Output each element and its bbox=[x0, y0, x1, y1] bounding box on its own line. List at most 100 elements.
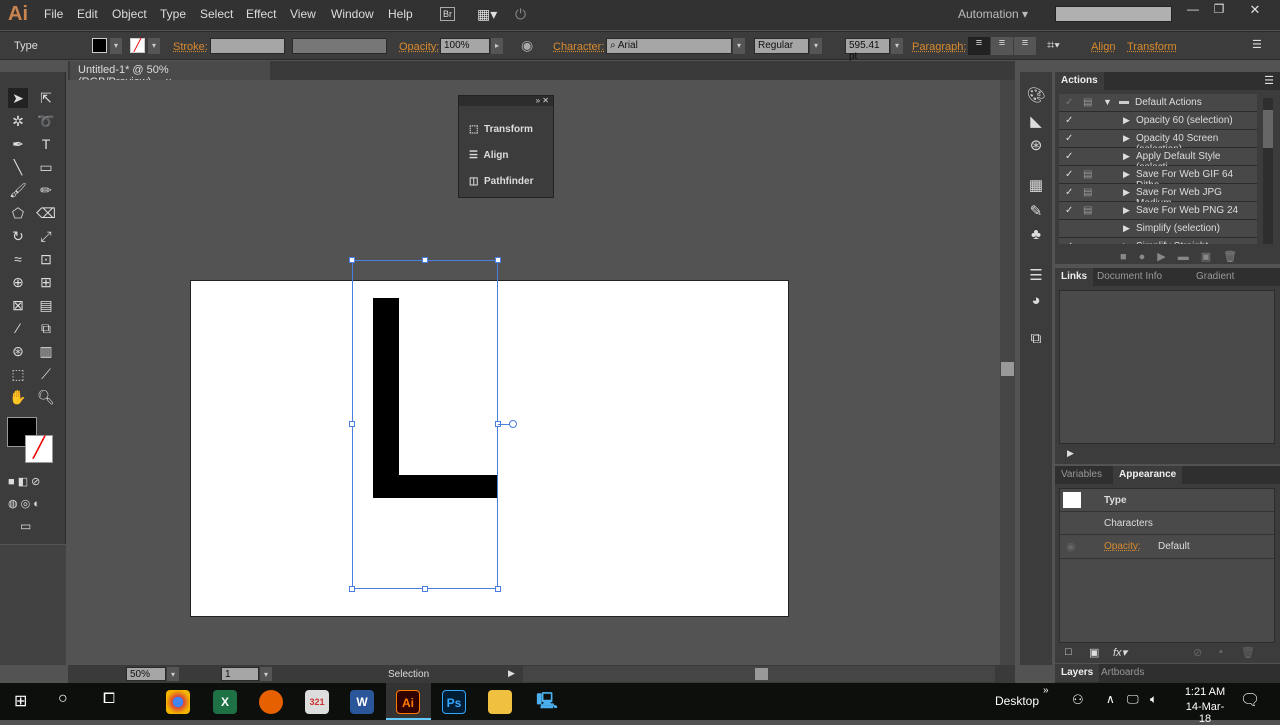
blend-tool-icon[interactable]: ⧉ bbox=[36, 318, 56, 338]
dialog-toggle-icon[interactable]: ▤ bbox=[1083, 187, 1092, 198]
volume-icon[interactable]: 🔈︎ bbox=[1150, 692, 1157, 707]
artboards-icon[interactable]: ⧉ bbox=[1026, 330, 1046, 350]
align-right-button[interactable]: ≡ bbox=[1014, 37, 1036, 55]
expand-arrow-icon[interactable]: ▶ bbox=[1123, 205, 1130, 216]
add-stroke-icon[interactable]: □ bbox=[1065, 646, 1072, 658]
word-taskbar-icon[interactable]: W bbox=[350, 690, 374, 714]
links-expand-arrow[interactable]: ▶ bbox=[1067, 448, 1074, 459]
toggle-check-icon[interactable]: ✓ bbox=[1065, 115, 1073, 126]
panel-pathfinder[interactable]: ◫ Pathfinder bbox=[469, 176, 533, 187]
menu-type[interactable]: Type bbox=[160, 7, 186, 21]
zoom-tool-icon[interactable]: 🔍︎ bbox=[36, 387, 56, 407]
symbol-sprayer-tool-icon[interactable]: ⊛ bbox=[8, 341, 28, 361]
firefox-taskbar-icon[interactable] bbox=[259, 690, 283, 714]
duplicate-item-icon[interactable]: ▪ bbox=[1219, 646, 1223, 658]
media-player-taskbar-icon[interactable]: 321 bbox=[305, 690, 329, 714]
tab-variables[interactable]: Variables bbox=[1055, 466, 1108, 484]
paragraph-label[interactable]: Paragraph: bbox=[912, 41, 966, 53]
illustrator-taskbar-icon[interactable]: Ai bbox=[396, 690, 420, 714]
menu-view[interactable]: View bbox=[290, 7, 316, 21]
people-icon[interactable]: ⚇ bbox=[1072, 692, 1084, 708]
screen-mode-button[interactable]: ▭ bbox=[20, 519, 31, 533]
panel-menu-icon[interactable]: ☰ bbox=[1264, 74, 1274, 87]
expand-arrow-icon[interactable]: ▶ bbox=[1123, 169, 1130, 180]
opacity-label[interactable]: Opacity: bbox=[399, 41, 439, 53]
show-hidden-icons[interactable]: ∧ bbox=[1106, 692, 1115, 706]
gradient-tool-icon[interactable]: ▤ bbox=[36, 295, 56, 315]
opacity-field[interactable]: 100% bbox=[440, 38, 490, 54]
delete-item-icon[interactable]: 🗑︎ bbox=[1241, 646, 1255, 659]
network-taskbar-icon[interactable]: 🖳︎ bbox=[535, 690, 559, 714]
dialog-toggle-icon[interactable]: ▤ bbox=[1083, 169, 1092, 180]
gradient-icon[interactable]: ◣ bbox=[1026, 112, 1046, 132]
rotate-handle[interactable] bbox=[509, 420, 517, 428]
panel-align[interactable]: ☰ Align bbox=[469, 150, 509, 161]
tab-document-info[interactable]: Document Info bbox=[1091, 268, 1168, 286]
align-center-button[interactable]: ≡ bbox=[991, 37, 1013, 55]
stroke-color-box[interactable]: ╱ bbox=[25, 435, 53, 463]
variable-width-field[interactable] bbox=[292, 38, 387, 54]
action-row[interactable]: ▶ Simplify (selection) bbox=[1059, 220, 1257, 238]
fill-swatch[interactable] bbox=[92, 38, 107, 53]
stroke-panel-icon[interactable]: ☰ bbox=[1026, 266, 1046, 286]
shaper-tool-icon[interactable]: ⬠ bbox=[8, 203, 28, 223]
line-segment-tool-icon[interactable]: ╲ bbox=[8, 157, 28, 177]
close-button[interactable]: ✕ bbox=[1240, 2, 1270, 18]
selection-tool-icon[interactable]: ➤ bbox=[8, 88, 28, 108]
pencil-tool-icon[interactable]: ✏ bbox=[36, 180, 56, 200]
toggle-check-icon[interactable]: ✓ bbox=[1065, 169, 1073, 180]
paintbrush-tool-icon[interactable]: 🖌︎ bbox=[8, 180, 28, 200]
action-row[interactable]: ✓▶Opacity 40 Screen (selection) bbox=[1059, 130, 1257, 155]
transparency-icon[interactable]: ◕ bbox=[1026, 292, 1046, 312]
symbol-sprayer-icon[interactable]: ⊛ bbox=[1026, 136, 1046, 156]
canvas-area[interactable]: » ✕ ⬚ Transform ☰ Align ◫ Pathfinder bbox=[68, 80, 1000, 665]
font-style-field[interactable]: Regular bbox=[754, 38, 809, 54]
toggle-check-icon[interactable]: ✓ bbox=[1065, 205, 1073, 216]
menu-window[interactable]: Window bbox=[331, 7, 374, 21]
zoom-field[interactable]: 50% bbox=[126, 667, 166, 681]
document-tab[interactable]: Untitled-1* @ 50% (RGB/Preview)× bbox=[70, 61, 270, 88]
zoom-dropdown[interactable]: ▾ bbox=[167, 667, 179, 681]
expand-arrow-icon[interactable]: ▶ bbox=[1123, 223, 1130, 234]
artboard-dropdown[interactable]: ▾ bbox=[260, 667, 272, 681]
shape-builder-tool-icon[interactable]: ⊕ bbox=[8, 272, 28, 292]
pen-tool-icon[interactable]: ✒ bbox=[8, 134, 28, 154]
stroke-dropdown[interactable]: ▾ bbox=[148, 38, 160, 54]
slice-tool-icon[interactable]: ⟋ bbox=[36, 364, 56, 384]
artboard-number-field[interactable]: 1 bbox=[221, 667, 259, 681]
illustrator-taskbar-item[interactable]: Ai bbox=[386, 683, 431, 720]
dialog-toggle-icon[interactable]: ▤ bbox=[1083, 97, 1092, 108]
cortana-search-button[interactable]: ○ bbox=[58, 690, 68, 708]
tab-artboards[interactable]: Artboards bbox=[1095, 664, 1150, 682]
toggle-check-icon[interactable]: ✓ bbox=[1065, 97, 1073, 108]
menu-object[interactable]: Object bbox=[112, 7, 147, 21]
symbols-icon[interactable]: ♣ bbox=[1026, 226, 1046, 246]
bounding-box-handle[interactable] bbox=[349, 257, 355, 263]
menu-select[interactable]: Select bbox=[200, 7, 233, 21]
workspace-switcher[interactable]: Automation ▾ bbox=[958, 7, 1028, 21]
stroke-swatch[interactable]: ╱ bbox=[130, 38, 145, 53]
stroke-label[interactable]: Stroke: bbox=[173, 41, 208, 53]
clock[interactable]: 1:21 AM 14-Mar-18 bbox=[1180, 686, 1230, 725]
font-size-dropdown[interactable]: ▾ bbox=[891, 38, 903, 54]
bounding-box-handle[interactable] bbox=[495, 586, 501, 592]
menu-help[interactable]: Help bbox=[388, 7, 413, 21]
bounding-box-handle[interactable] bbox=[422, 257, 428, 263]
font-style-dropdown[interactable]: ▾ bbox=[810, 38, 822, 54]
expand-arrow-icon[interactable]: ▶ bbox=[1123, 241, 1130, 244]
expand-arrow-icon[interactable]: ▶ bbox=[1123, 151, 1130, 162]
fill-dropdown[interactable]: ▾ bbox=[110, 38, 122, 54]
direct-selection-tool-icon[interactable]: ⇱ bbox=[36, 88, 56, 108]
mesh-tool-icon[interactable]: ⊠ bbox=[8, 295, 28, 315]
toggle-check-icon[interactable]: ✓ bbox=[1065, 241, 1073, 244]
magic-wand-tool-icon[interactable]: ✲ bbox=[8, 111, 28, 131]
arrange-documents-icon[interactable]: ▦▾ bbox=[477, 6, 497, 23]
action-row[interactable]: ✓ ▶ Opacity 60 (selection) bbox=[1059, 112, 1257, 130]
panel-transform[interactable]: ⬚ Transform bbox=[469, 124, 533, 135]
rotate-tool-icon[interactable]: ↻ bbox=[8, 226, 28, 246]
vertical-scrollbar[interactable] bbox=[1000, 80, 1015, 665]
tab-links[interactable]: Links bbox=[1055, 268, 1094, 286]
start-button[interactable]: ⊞ bbox=[14, 691, 27, 711]
font-family-dropdown[interactable]: ▾ bbox=[733, 38, 745, 54]
eraser-tool-icon[interactable]: ⌫ bbox=[36, 203, 56, 223]
